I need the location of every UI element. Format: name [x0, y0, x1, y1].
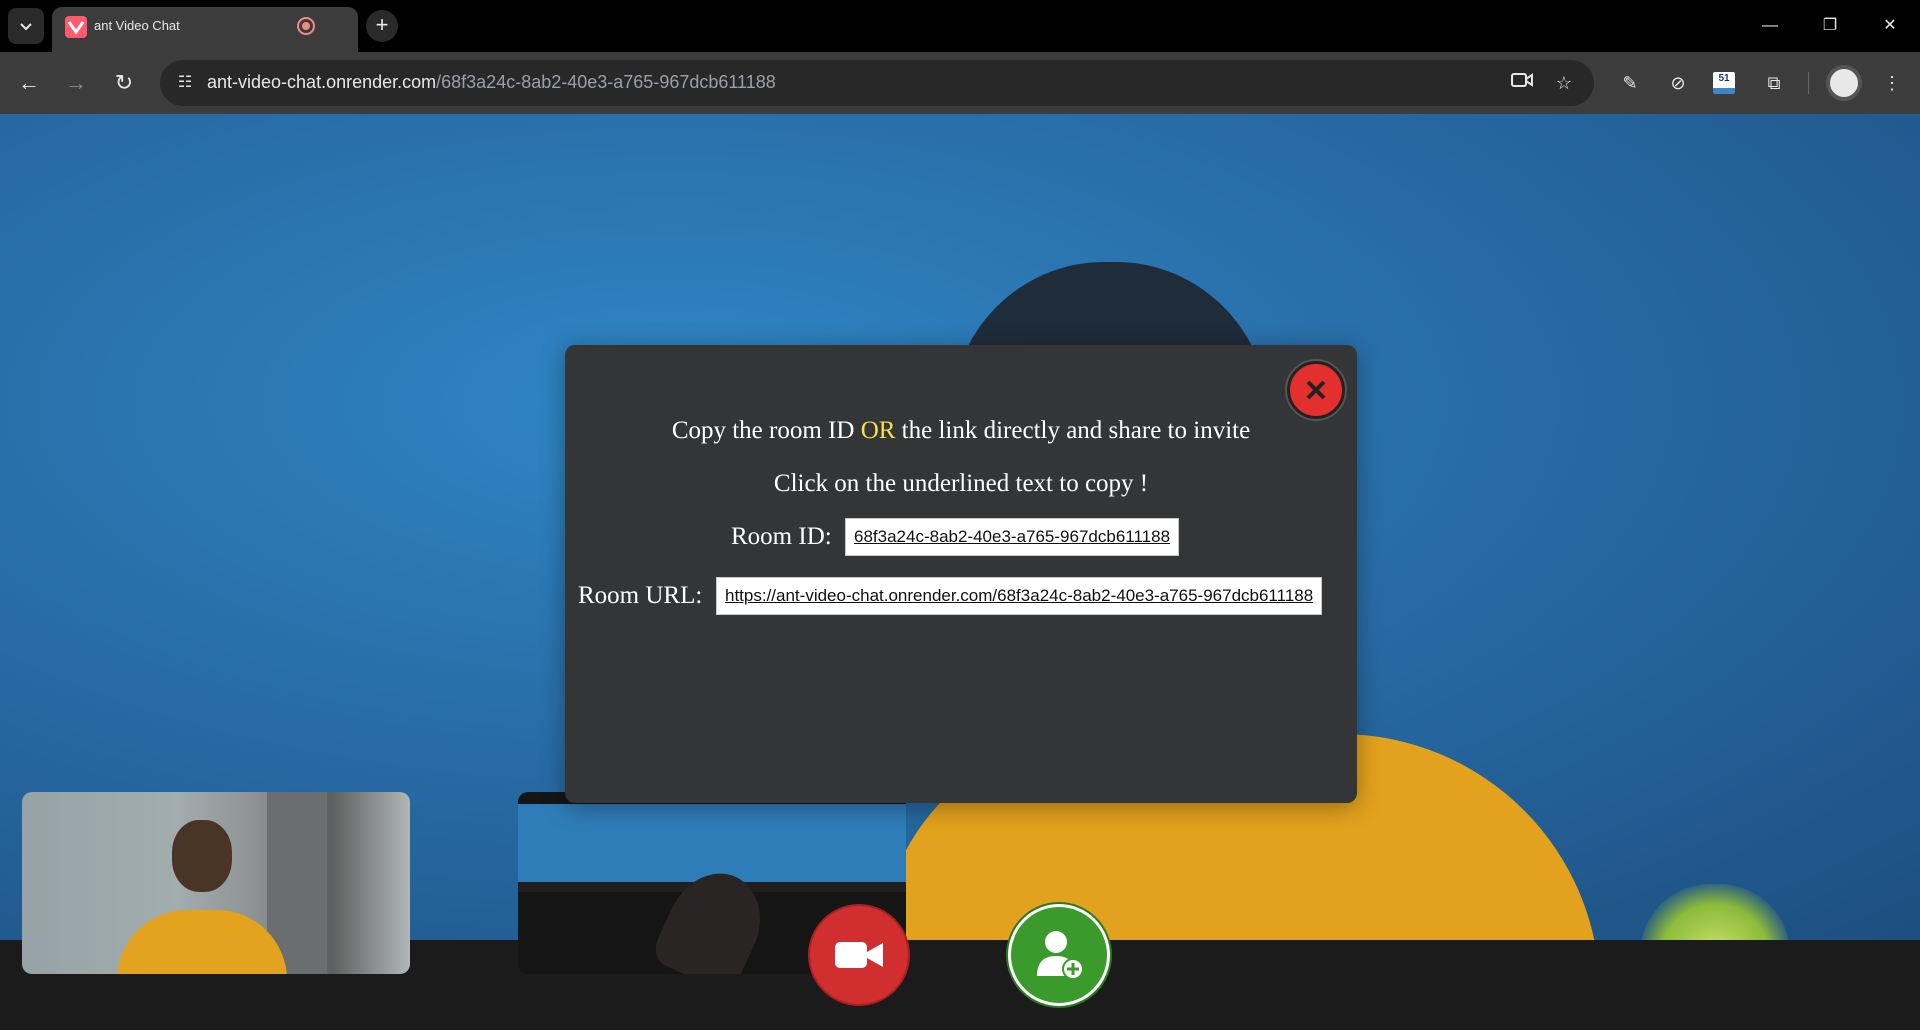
- add-user-icon: [1037, 931, 1084, 980]
- page-viewport: Copy the room ID OR the link directly an…: [0, 114, 1920, 1030]
- chevron-down-icon: [20, 23, 32, 31]
- share-room-modal: Copy the room ID OR the link directly an…: [565, 345, 1357, 803]
- forward-icon: →: [65, 70, 87, 95]
- tab-search-button[interactable]: [8, 8, 44, 44]
- kebab-menu-icon[interactable]: ⋮: [1876, 67, 1908, 99]
- window-close-button[interactable]: ✕: [1870, 8, 1910, 44]
- url-host: ant-video-chat.onrender.com: [207, 72, 437, 92]
- camera-icon[interactable]: [1507, 68, 1537, 98]
- room-id-copy-field[interactable]: 68f3a24c-8ab2-40e3-a765-967dcb611188: [845, 518, 1180, 556]
- instruction-highlight: OR: [860, 417, 896, 444]
- reload-button[interactable]: ↻: [106, 65, 142, 101]
- modal-instruction-line2: Click on the underlined text to copy !: [773, 470, 1149, 497]
- tab-title: ant Video Chat: [94, 18, 180, 33]
- video-toggle-button[interactable]: [808, 904, 910, 1006]
- room-url-copy-field[interactable]: https://ant-video-chat.onrender.com/68f3…: [716, 577, 1323, 615]
- site-info-icon[interactable]: ☷: [170, 68, 200, 98]
- local-person-shirt: [117, 910, 287, 974]
- new-tab-button[interactable]: +: [366, 10, 398, 42]
- close-icon: ✕: [1883, 17, 1897, 34]
- record-indicator-icon: [297, 17, 315, 35]
- back-button[interactable]: ←: [11, 65, 47, 101]
- modal-instruction-line1: Copy the room ID OR the link directly an…: [565, 417, 1357, 445]
- compass-icon[interactable]: ⊘: [1662, 67, 1694, 99]
- local-video-thumbnail[interactable]: [22, 792, 410, 974]
- back-icon: ←: [18, 70, 40, 95]
- plus-icon: +: [375, 12, 389, 37]
- restore-button[interactable]: ❐: [1810, 8, 1850, 44]
- room-id-label: Room ID:: [731, 523, 832, 550]
- instruction-suffix: the link directly and share to invite: [895, 417, 1251, 444]
- toolbar-divider: [1808, 72, 1809, 94]
- close-icon: [1306, 380, 1326, 400]
- restore-icon: ❐: [1822, 17, 1838, 34]
- puzzle-icon[interactable]: ⧉: [1758, 67, 1790, 99]
- local-person-head: [172, 820, 232, 892]
- browser-tabstrip: ant Video Chat ✕ + — ❐ ✕: [0, 0, 1920, 52]
- reload-icon: ↻: [114, 70, 134, 95]
- address-bar[interactable]: ☷ ant-video-chat.onrender.com/68f3a24c-8…: [160, 60, 1594, 106]
- eyedropper-icon[interactable]: ✎: [1614, 67, 1646, 99]
- minimize-icon: —: [1762, 17, 1778, 34]
- forward-button[interactable]: →: [58, 65, 94, 101]
- minimize-button[interactable]: —: [1750, 8, 1790, 44]
- invite-user-button[interactable]: [1008, 904, 1110, 1006]
- modal-close-button[interactable]: [1287, 361, 1345, 419]
- video-camera-icon: [835, 942, 883, 968]
- url-text[interactable]: ant-video-chat.onrender.com/68f3a24c-8ab…: [207, 72, 776, 93]
- app-favicon-icon: [65, 16, 87, 38]
- profile-icon[interactable]: [1826, 65, 1862, 101]
- room-url-label: Room URL:: [578, 582, 703, 609]
- instruction-prefix: Copy the room ID: [671, 417, 861, 444]
- browser-toolbar: ← → ↻ ☷ ant-video-chat.onrender.com/68f3…: [0, 52, 1920, 114]
- browser-tab[interactable]: ant Video Chat ✕: [52, 7, 397, 52]
- star-icon[interactable]: ☆: [1549, 68, 1579, 98]
- url-path: /68f3a24c-8ab2-40e3-a765-967dcb611188: [436, 72, 776, 92]
- extension-51-icon[interactable]: 51: [1713, 72, 1735, 94]
